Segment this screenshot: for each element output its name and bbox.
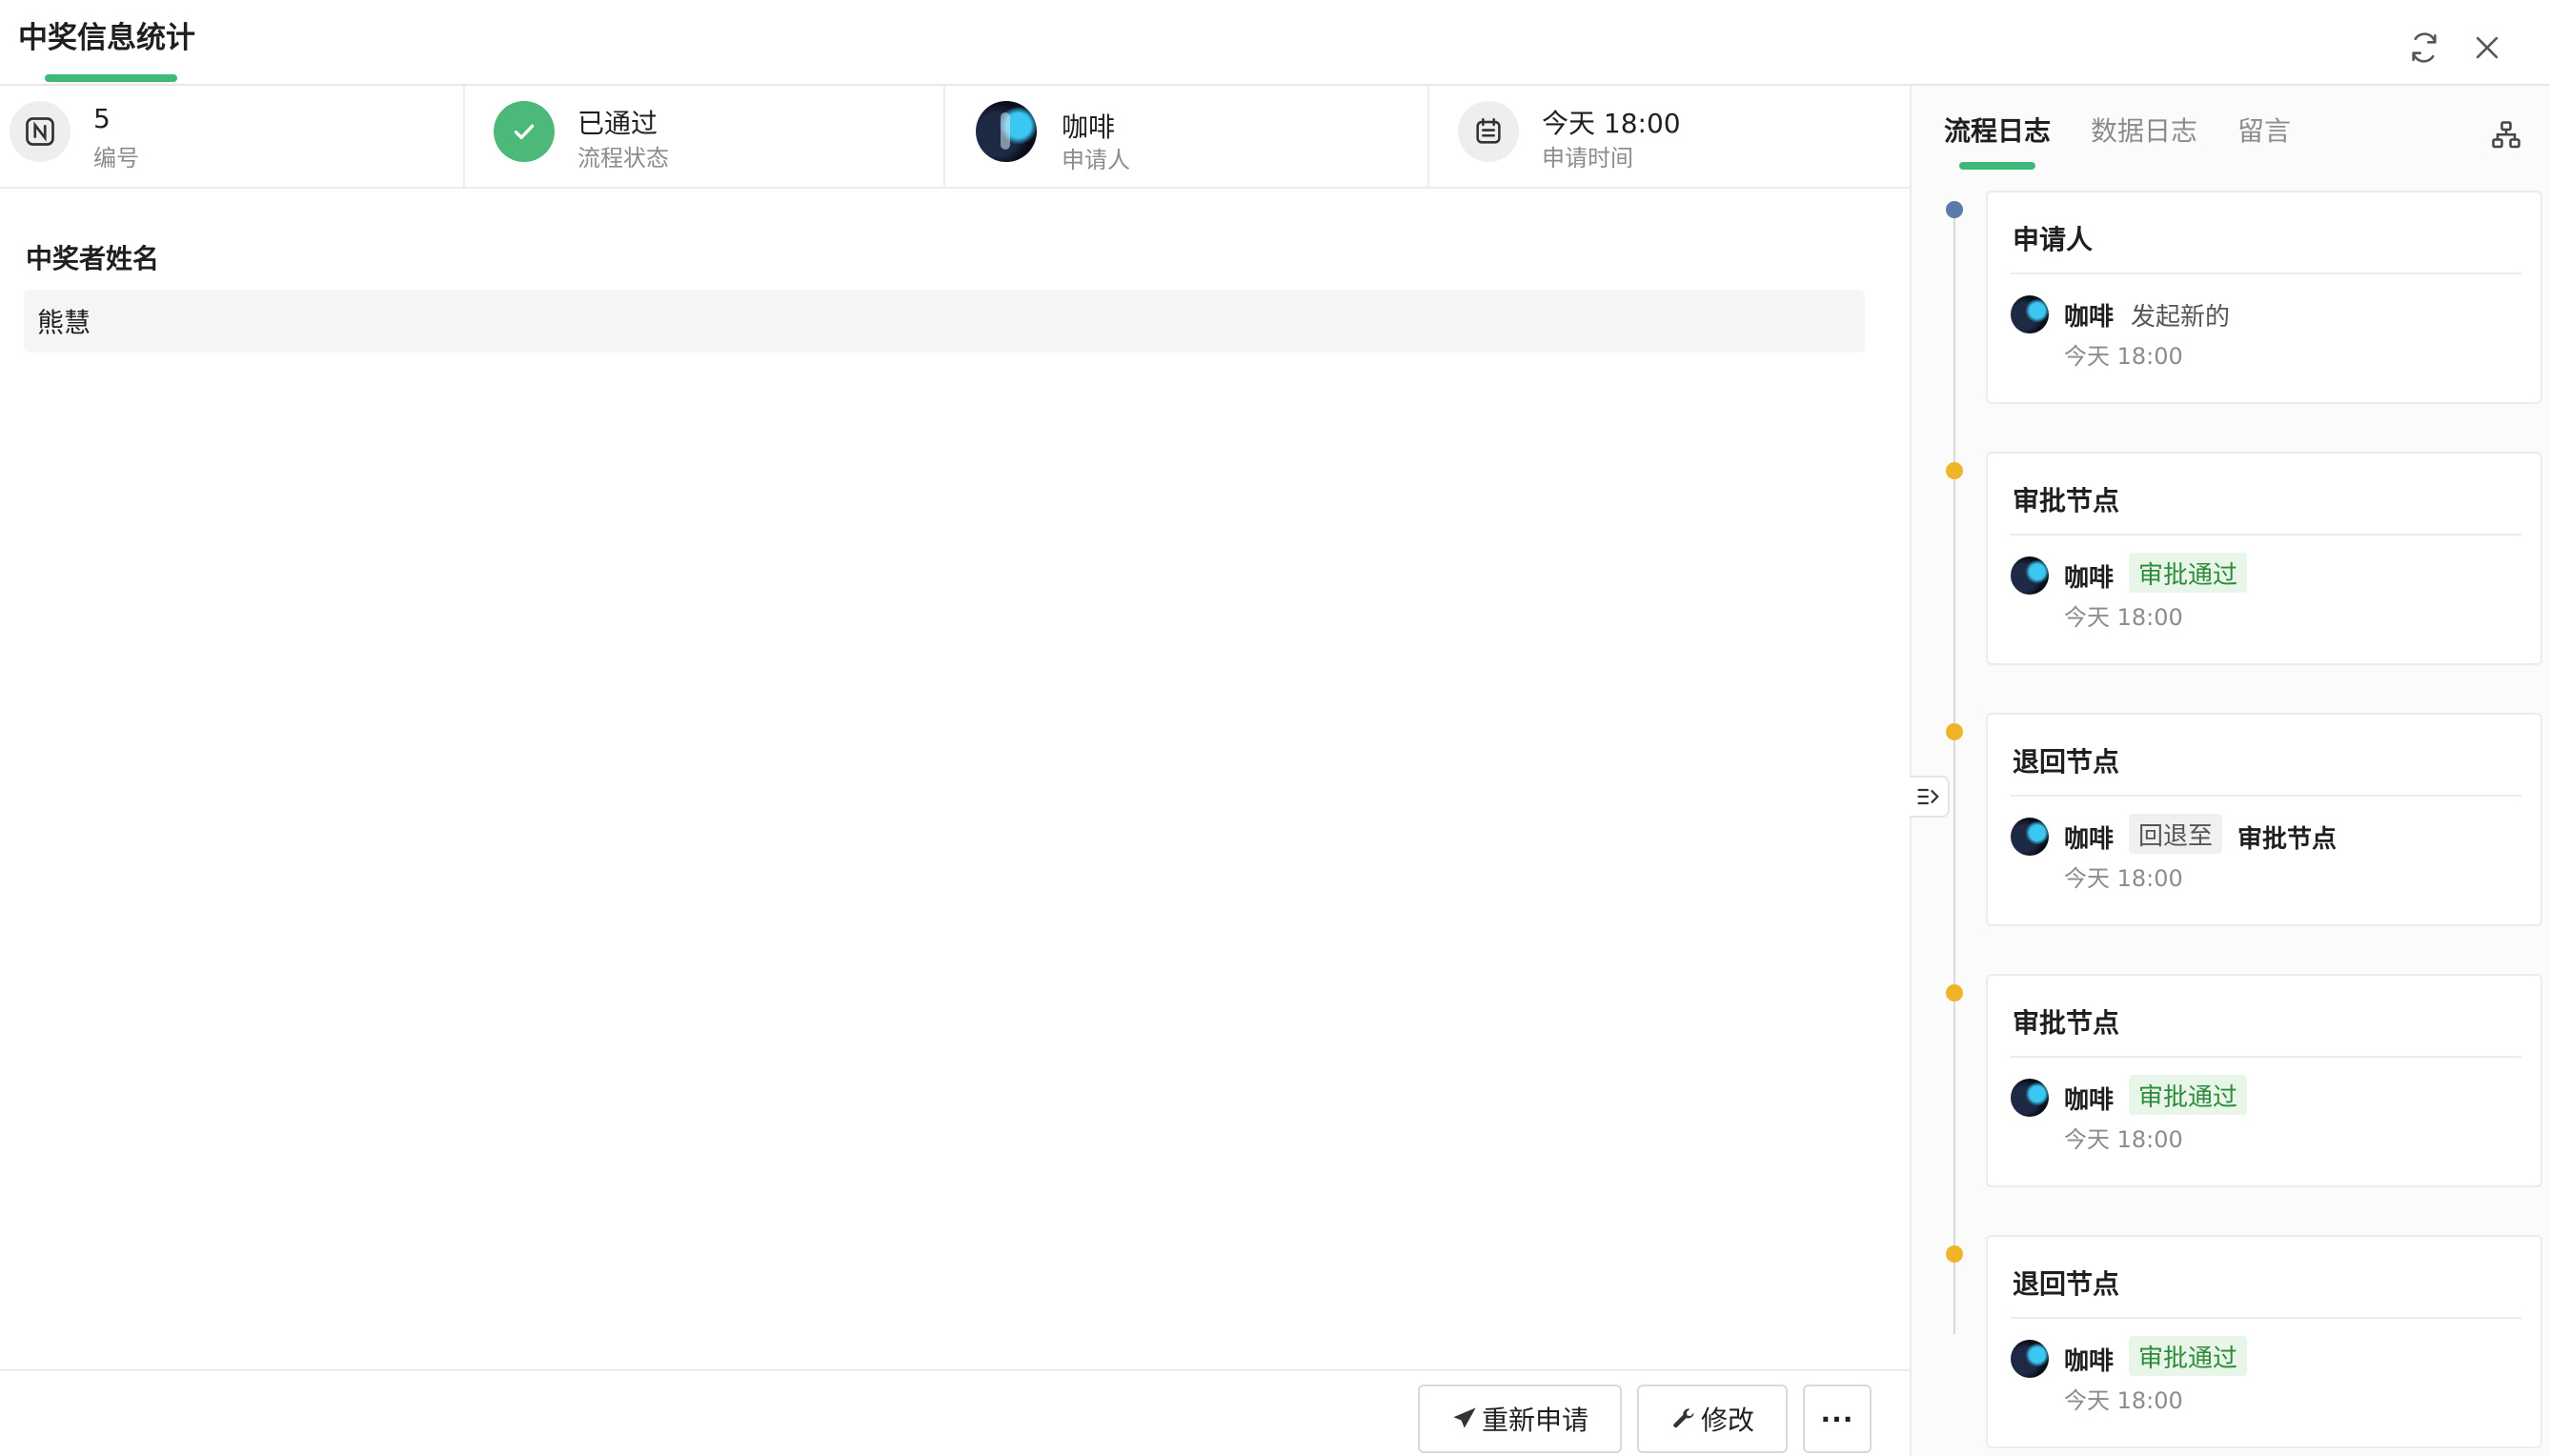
node-time: 今天 18:00 bbox=[2064, 1126, 2183, 1153]
tab-comments[interactable]: 留言 bbox=[2237, 111, 2291, 149]
info-bar: 5 编号 已通过 流程状态 咖啡 申请人 今天 18:00 申请时间 bbox=[0, 86, 1910, 189]
timeline-dot bbox=[1946, 201, 1963, 218]
avatar bbox=[2011, 295, 2049, 334]
winner-name-field: 熊慧 bbox=[24, 290, 1865, 353]
status-value: 已通过 bbox=[577, 108, 658, 139]
close-icon[interactable] bbox=[2466, 27, 2508, 69]
wrench-icon bbox=[1673, 1408, 1694, 1428]
number-value: 5 bbox=[93, 103, 111, 134]
number-label: 编号 bbox=[93, 145, 139, 172]
reapply-button[interactable]: 重新申请 bbox=[1418, 1385, 1622, 1453]
status-label: 流程状态 bbox=[577, 145, 669, 172]
tab-data-log[interactable]: 数据日志 bbox=[2091, 111, 2197, 149]
card-divider bbox=[2011, 1317, 2521, 1319]
status-badge: 审批通过 bbox=[2129, 553, 2248, 593]
timeline-card: 退回节点 咖啡 回退至 审批节点 今天 18:00 bbox=[1986, 713, 2542, 926]
timeline-dot bbox=[1946, 462, 1963, 479]
node-title: 申请人 bbox=[2013, 224, 2094, 255]
timeline-dot bbox=[1946, 1245, 1963, 1263]
collapse-panel-icon[interactable] bbox=[1910, 776, 1950, 818]
avatar bbox=[2011, 1340, 2049, 1378]
timeline-dot bbox=[1946, 984, 1963, 1001]
node-action: 发起新的 bbox=[2131, 303, 2231, 332]
node-title: 审批节点 bbox=[2013, 1007, 2120, 1039]
applicant-value: 咖啡 bbox=[1062, 111, 1116, 143]
applicant-label: 申请人 bbox=[1062, 147, 1130, 173]
edit-label: 修改 bbox=[1700, 1405, 1754, 1436]
node-time: 今天 18:00 bbox=[2064, 604, 2183, 631]
title-bar: 中奖信息统计 bbox=[0, 0, 2550, 86]
field-label: 中奖者姓名 bbox=[26, 243, 160, 274]
status-badge: 审批通过 bbox=[2129, 1075, 2248, 1115]
avatar bbox=[2011, 556, 2049, 595]
info-status: 已通过 流程状态 bbox=[465, 86, 943, 187]
more-button[interactable]: ··· bbox=[1803, 1385, 1872, 1453]
timeline-card: 退回节点 咖啡 审批通过 今天 18:00 bbox=[1986, 1235, 2542, 1448]
info-applicant: 咖啡 申请人 bbox=[945, 86, 1427, 187]
status-badge: 审批通过 bbox=[2129, 1336, 2248, 1376]
node-user: 咖啡 bbox=[2064, 1086, 2115, 1115]
tab-process-log[interactable]: 流程日志 bbox=[1944, 111, 2051, 149]
info-time: 今天 18:00 申请时间 bbox=[1429, 86, 1910, 187]
window-title: 中奖信息统计 bbox=[18, 21, 195, 55]
node-title: 退回节点 bbox=[2013, 1268, 2120, 1300]
title-underline bbox=[45, 74, 177, 82]
card-divider bbox=[2011, 1056, 2521, 1058]
main-content: 5 编号 已通过 流程状态 咖啡 申请人 今天 18:00 申请时间 中奖者姓名… bbox=[0, 86, 1910, 1456]
timeline-card: 审批节点 咖啡 审批通过 今天 18:00 bbox=[1986, 974, 2542, 1187]
node-time: 今天 18:00 bbox=[2064, 1387, 2183, 1414]
avatar bbox=[2011, 818, 2049, 856]
reapply-label: 重新申请 bbox=[1481, 1405, 1589, 1436]
status-badge: 回退至 bbox=[2129, 814, 2223, 854]
timeline-line bbox=[1953, 210, 1955, 1334]
log-panel: 流程日志 数据日志 留言 申请人 咖啡 发起新的 今天 18:00 审批节点 咖… bbox=[1910, 86, 2550, 1456]
card-divider bbox=[2011, 795, 2521, 797]
avatar bbox=[976, 101, 1037, 162]
timeline-dot bbox=[1946, 723, 1963, 740]
node-user: 咖啡 bbox=[2064, 825, 2115, 854]
timeline-card: 审批节点 咖啡 审批通过 今天 18:00 bbox=[1986, 452, 2542, 665]
page: 中奖信息统计 5 编号 已通过 流程状态 咖啡 申请人 今天 18:00 申请时… bbox=[0, 0, 2550, 1456]
node-time: 今天 18:00 bbox=[2064, 343, 2183, 370]
info-number: 5 编号 bbox=[0, 86, 463, 187]
avatar bbox=[2011, 1079, 2049, 1117]
log-tabs: 流程日志 数据日志 留言 bbox=[1912, 86, 2550, 177]
node-target: 审批节点 bbox=[2237, 825, 2338, 854]
time-label: 申请时间 bbox=[1542, 145, 1633, 172]
flowchart-icon[interactable] bbox=[2485, 114, 2527, 156]
node-user: 咖啡 bbox=[2064, 564, 2115, 593]
footer-bar: 重新申请 修改 ··· bbox=[0, 1369, 1910, 1456]
calendar-icon bbox=[1458, 101, 1519, 162]
card-divider bbox=[2011, 273, 2521, 274]
number-icon bbox=[10, 101, 71, 162]
time-value: 今天 18:00 bbox=[1542, 108, 1681, 139]
node-title: 退回节点 bbox=[2013, 746, 2120, 778]
edit-button[interactable]: 修改 bbox=[1637, 1385, 1788, 1453]
timeline-card: 申请人 咖啡 发起新的 今天 18:00 bbox=[1986, 191, 2542, 404]
refresh-icon[interactable] bbox=[2403, 27, 2445, 69]
node-title: 审批节点 bbox=[2013, 485, 2120, 516]
check-icon bbox=[494, 101, 555, 162]
node-time: 今天 18:00 bbox=[2064, 865, 2183, 892]
node-user: 咖啡 bbox=[2064, 1347, 2115, 1376]
more-icon: ··· bbox=[1820, 1403, 1854, 1435]
node-user: 咖啡 bbox=[2064, 303, 2115, 332]
send-icon bbox=[1453, 1407, 1476, 1428]
card-divider bbox=[2011, 534, 2521, 536]
tab-underline bbox=[1959, 162, 2035, 170]
